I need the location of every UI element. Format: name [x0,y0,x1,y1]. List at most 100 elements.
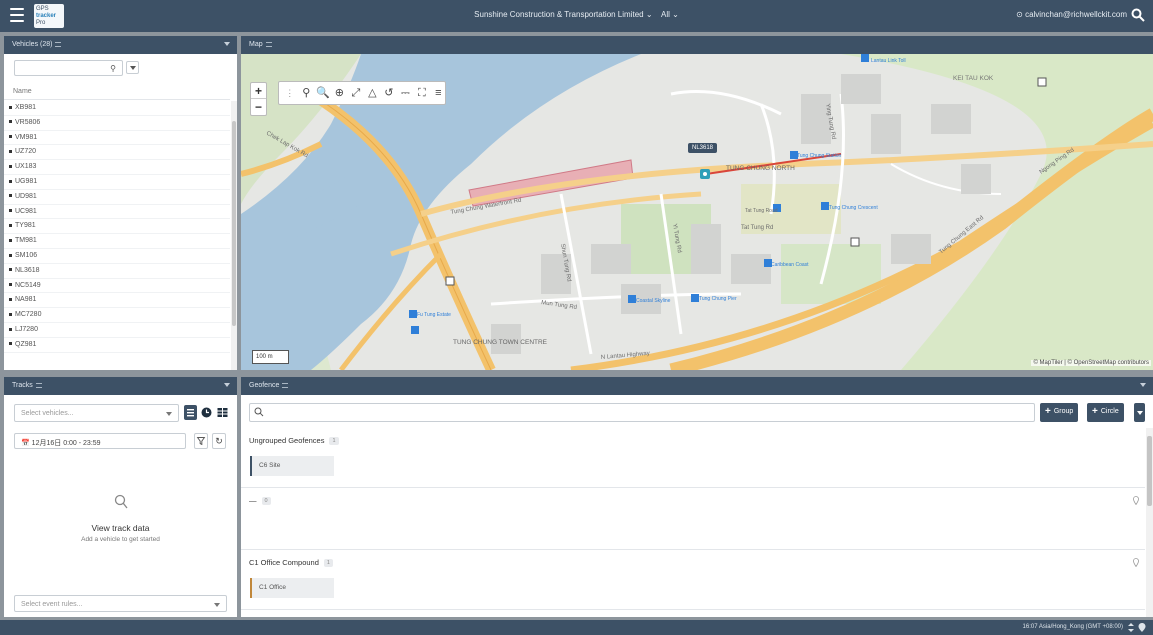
vehicle-status-icon [9,164,12,168]
vehicle-list-item[interactable]: NL3618 [4,264,230,279]
map-label-toll: Lantau Link Toll [871,58,906,64]
drag-handle-icon[interactable]: ⋮ [283,86,296,101]
company-selector[interactable]: Sunshine Construction & Transportation L… [474,10,652,19]
zoom-in-tool-icon[interactable]: ⊕ [333,86,346,101]
vehicle-status-icon [9,268,12,272]
layers-icon[interactable]: ≡ [432,86,445,101]
add-group-button[interactable]: + Group [1040,403,1079,422]
vehicle-list-item[interactable]: VM981 [4,131,230,146]
geofence-group-title[interactable]: C1 Office Compound 1 [249,558,333,567]
tab-menu-icon[interactable] [282,382,289,388]
vehicle-name: LJ7280 [15,325,38,333]
global-search-icon[interactable] [1131,8,1145,22]
geofence-group[interactable]: Ungrouped Geofences 1 C6 Site [241,428,1145,488]
fullscreen-icon[interactable]: ⛶ [415,86,428,101]
vehicle-name: UX183 [15,163,37,171]
locate-pin-icon[interactable] [1133,558,1139,567]
locate-pin-icon[interactable] [1133,496,1139,505]
undo-icon[interactable]: ↺ [382,86,395,101]
map-label-crescent: Tung Chung Crescent [829,205,878,211]
empty-search-icon [114,494,128,509]
vehicle-status-icon [9,209,12,213]
geofence-search-input[interactable] [249,403,1035,422]
scope-selector[interactable]: All ⌄ [661,10,679,19]
scrollbar-thumb[interactable] [232,121,236,326]
map-label-tat-tung: Tat Tung Road [745,208,778,214]
map-label-fu-tung: Fu Tung Estate [417,312,451,318]
vehicle-list-item[interactable]: UG981 [4,175,230,190]
vehicle-list-item[interactable]: UX183 [4,160,230,175]
collapse-chevron-icon[interactable] [224,42,230,46]
company-scope-selector: Sunshine Construction & Transportation L… [0,10,1153,19]
vehicle-filter-dropdown[interactable] [126,61,139,74]
zoom-in-button[interactable]: + [251,83,266,99]
measure-icon[interactable]: ⎓ [399,86,412,101]
location-pin-icon[interactable]: ⚲ [299,86,312,101]
vehicle-list-item[interactable]: MC7280 [4,308,230,323]
list-view-icon[interactable] [184,405,197,420]
vehicle-search-input[interactable]: ⚲ [14,60,123,76]
track-vehicle-select[interactable]: Select vehicles... [14,404,179,422]
map-scale-bar: 100 m [252,350,289,364]
tab-menu-icon[interactable] [35,382,42,388]
geofence-group[interactable]: C1 Office Compound 1 C1 Office [241,550,1145,610]
zoom-out-button[interactable]: − [251,99,266,115]
tab-menu-icon[interactable] [265,41,272,47]
table-view-icon[interactable] [216,405,229,420]
vehicle-status-icon [9,120,12,124]
geofence-group[interactable]: —0 [241,488,1145,550]
eraser-icon[interactable]: △ [366,86,379,101]
geofence-tab[interactable]: Geofence [247,382,294,389]
map-canvas[interactable]: KEI TAU KOK TUNG CHUNG NORTH TUNG CHUNG … [241,54,1153,370]
vehicle-list-item[interactable]: UC981 [4,205,230,220]
geofence-group-title[interactable]: Ungrouped Geofences 1 [249,436,339,445]
geofence-group-name: Ungrouped Geofences [249,436,325,445]
vehicle-list-item[interactable]: UD981 [4,190,230,205]
geofence-group-title[interactable]: —0 [249,496,271,505]
vehicle-name-column-header[interactable]: Name [4,84,230,100]
vehicle-list-item[interactable]: NA981 [4,293,230,309]
vehicles-tab[interactable]: Vehicles (28) [10,41,67,48]
vehicle-list-item[interactable]: LJ7280 [4,323,230,338]
location-pin-icon[interactable] [1138,623,1146,632]
geofence-item[interactable]: C1 Office [250,578,334,598]
event-rules-select[interactable]: Select event rules... [14,595,227,612]
vehicle-status-icon [9,224,12,228]
refresh-icon[interactable]: ↻ [212,433,226,449]
geofence-type-dropdown[interactable] [1134,403,1145,422]
vehicle-list-item[interactable]: UZ720 [4,145,230,161]
collapse-chevron-icon[interactable] [1140,383,1146,387]
vehicle-list-item[interactable]: VR5806 [4,116,230,131]
logo-line-3: Pro [36,20,46,26]
vehicle-name: QZ981 [15,340,37,348]
zoom-search-icon[interactable]: 🔍 [316,86,330,101]
geofence-item[interactable]: C6 Site [250,456,334,476]
filter-icon[interactable] [194,433,208,449]
vehicle-marker-label[interactable]: NL3618 [688,143,718,153]
vehicle-status-icon [9,283,12,287]
empty-state-title: View track data [91,523,150,533]
add-circle-button[interactable]: + Circle [1087,403,1124,422]
user-account[interactable]: ⊙ calvinchan@richwellckit.com [1016,10,1127,19]
collapse-chevron-icon[interactable] [224,383,230,387]
vehicle-list-scrollbar[interactable] [231,101,237,370]
vehicle-list-item[interactable]: QZ981 [4,338,230,353]
map-tab[interactable]: Map [247,41,278,48]
vehicle-list-item[interactable]: TY981 [4,219,230,235]
map-attribution[interactable]: © MapTiler | © OpenStreetMap contributor… [1031,360,1151,366]
tab-menu-icon[interactable] [55,41,62,47]
vehicle-list-item[interactable]: TM981 [4,234,230,249]
sort-icon[interactable] [1128,623,1134,632]
track-date-range[interactable]: 📅 12月16日 0:00 - 23:59 [14,433,186,449]
map-label-coastal: Coastal Skyline [636,298,671,304]
vehicles-panel-header: Vehicles (28) [4,36,237,54]
vehicle-list-item[interactable]: NC5149 [4,279,230,294]
geofence-list-scrollbar[interactable] [1146,428,1153,617]
clock-icon[interactable] [200,405,213,420]
status-bar: 16:07 Asia/Hong_Kong (GMT +08:00) [0,620,1153,635]
vehicle-list-item[interactable]: XB981 [4,101,230,116]
tracks-tab[interactable]: Tracks [10,382,48,389]
vehicle-list-item[interactable]: SM106 [4,249,230,264]
scrollbar-thumb[interactable] [1147,436,1152,506]
fit-extent-icon[interactable]: ⤢ [349,86,362,101]
